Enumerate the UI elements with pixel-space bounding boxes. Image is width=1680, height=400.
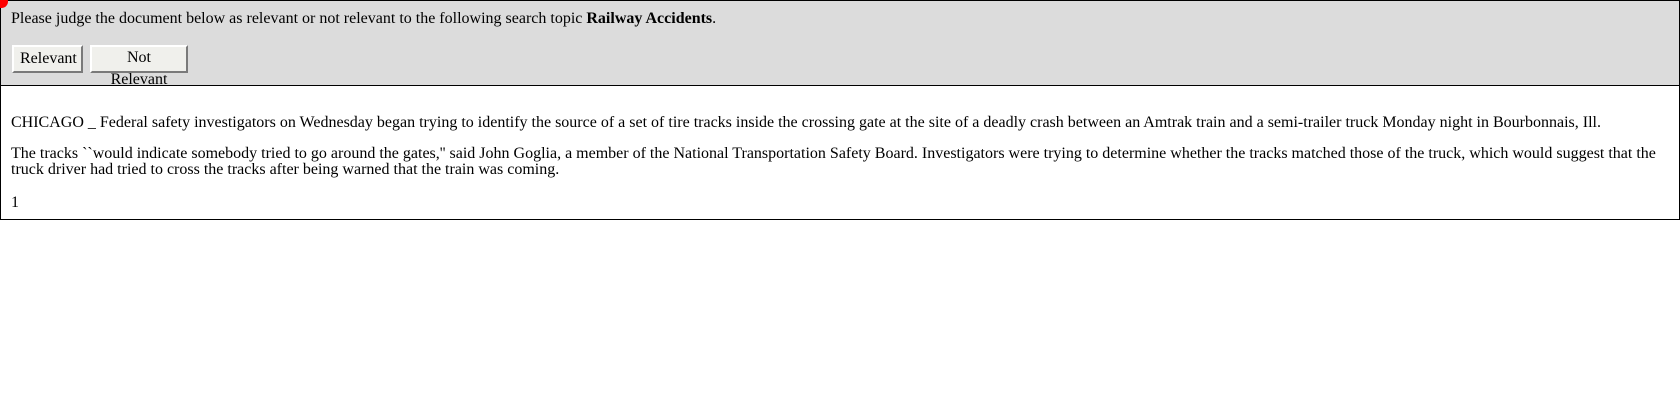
prompt-suffix: . [712,10,717,27]
search-topic: Railway Accidents [586,10,713,27]
document-paragraph-1: CHICAGO _ Federal safety investigators o… [11,114,1601,131]
not-relevant-button[interactable]: Not Relevant [90,45,188,88]
relevant-button[interactable]: Relevant [12,45,83,73]
judgement-frame: Please judge the document below as relev… [0,0,1680,220]
prompt-text: Please judge the document below as relev… [11,10,587,27]
document-body: CHICAGO _ Federal safety investigators o… [1,86,1679,219]
document-paragraph-2: The tracks ``would indicate somebody tri… [11,145,1656,178]
judgement-header: Please judge the document below as relev… [1,1,1679,88]
judgement-prompt: Please judge the document below as relev… [11,10,716,28]
page-number: 1 [11,194,19,211]
